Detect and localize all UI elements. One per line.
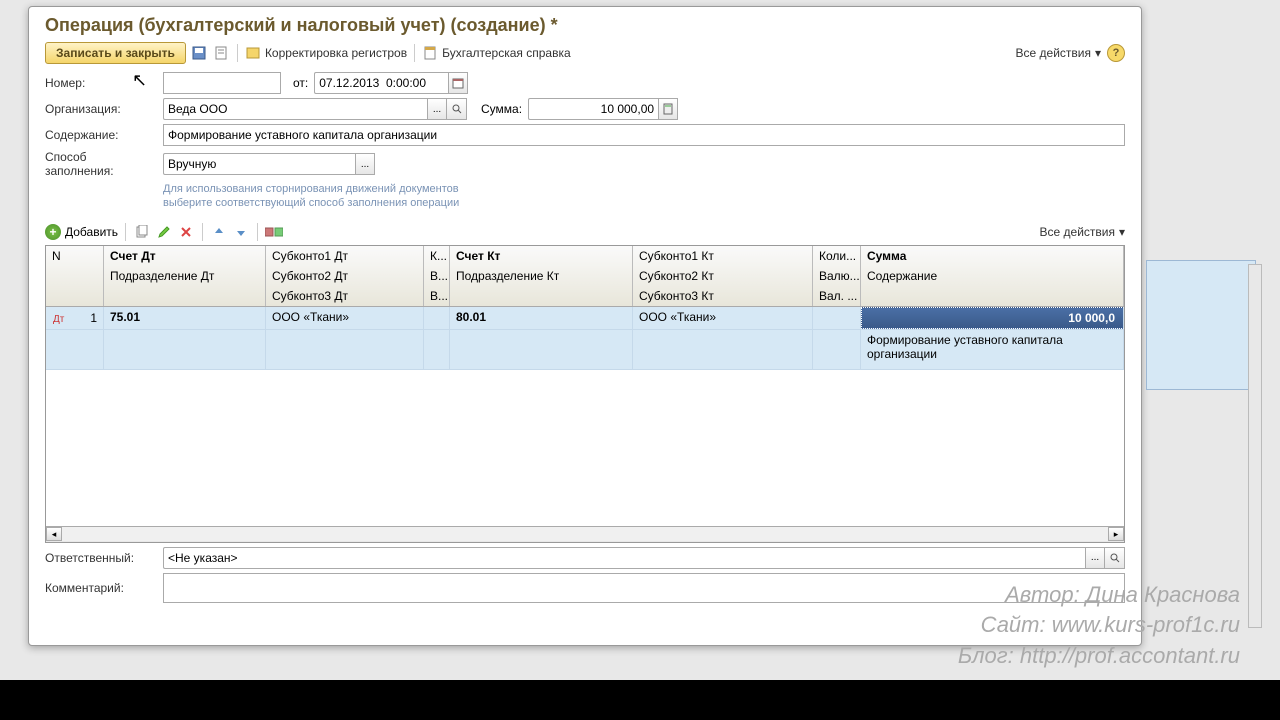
entries-grid[interactable]: N Счет Дт Субконто1 Дт К... Счет Кт Субк… xyxy=(45,245,1125,543)
chevron-down-icon: ▾ xyxy=(1119,225,1125,239)
comment-input[interactable] xyxy=(163,573,1125,603)
move-down-icon[interactable] xyxy=(232,223,250,241)
col-sub1dt[interactable]: Субконто1 Дт xyxy=(266,246,424,266)
org-input[interactable] xyxy=(163,98,427,120)
number-input[interactable] xyxy=(163,72,281,94)
row-dt[interactable]: 75.01 xyxy=(104,307,266,329)
col-kol[interactable]: Коли... xyxy=(813,246,861,266)
plus-icon: + xyxy=(45,224,61,240)
operation-window: Операция (бухгалтерский и налоговый учет… xyxy=(28,6,1142,646)
content-input[interactable] xyxy=(163,124,1125,146)
col-k[interactable]: К... xyxy=(424,246,450,266)
copy-icon[interactable] xyxy=(133,223,151,241)
separator xyxy=(414,44,415,62)
form-bottom: Ответственный: ... Комментарий: xyxy=(29,543,1141,611)
separator xyxy=(125,223,126,241)
document-icon[interactable] xyxy=(212,44,230,62)
col-content[interactable]: Содержание xyxy=(861,266,1124,286)
row-sub1kt[interactable]: ООО «Ткани» xyxy=(633,307,813,329)
grid-body[interactable]: Дт 1 75.01 ООО «Ткани» 80.01 ООО «Ткани»… xyxy=(46,307,1124,526)
background-scrollbar[interactable] xyxy=(1248,264,1262,628)
sum-input[interactable] xyxy=(528,98,658,120)
search-icon[interactable] xyxy=(1105,547,1125,569)
all-actions-dropdown[interactable]: Все действия ▾ xyxy=(1016,46,1102,60)
ellipsis-button[interactable]: ... xyxy=(427,98,447,120)
col-dt[interactable]: Счет Дт xyxy=(104,246,266,266)
col-sub1kt[interactable]: Субконто1 Кт xyxy=(633,246,813,266)
col-sub2dt[interactable]: Субконто2 Дт xyxy=(266,266,424,286)
resp-label: Ответственный: xyxy=(45,551,157,565)
calendar-icon[interactable] xyxy=(448,72,468,94)
grid-header: N Счет Дт Субконто1 Дт К... Счет Кт Субк… xyxy=(46,246,1124,307)
add-label: Добавить xyxy=(65,225,118,239)
sum-label: Сумма: xyxy=(481,102,522,116)
reference-label: Бухгалтерская справка xyxy=(442,46,571,60)
row-kt[interactable]: 80.01 xyxy=(450,307,633,329)
window-title: Операция (бухгалтерский и налоговый учет… xyxy=(29,7,1141,40)
edit-icon[interactable] xyxy=(155,223,173,241)
col-val1[interactable]: Валю... xyxy=(813,266,861,286)
add-button[interactable]: + Добавить xyxy=(45,224,118,240)
resp-input[interactable] xyxy=(163,547,1085,569)
move-up-icon[interactable] xyxy=(210,223,228,241)
ellipsis-button[interactable]: ... xyxy=(355,153,375,175)
comment-label: Комментарий: xyxy=(45,581,157,595)
col-podr-kt[interactable]: Подразделение Кт xyxy=(450,266,633,286)
org-label: Организация: xyxy=(45,102,157,116)
number-label: Номер: xyxy=(45,76,157,90)
scroll-left-icon[interactable]: ◂ xyxy=(46,527,62,541)
separator xyxy=(237,44,238,62)
grid-toolbar: + Добавить Все действия ▾ xyxy=(29,219,1141,245)
background-panel xyxy=(1146,260,1256,390)
help-icon[interactable]: ? xyxy=(1107,44,1125,62)
horizontal-scrollbar[interactable]: ◂ ▸ xyxy=(46,526,1124,542)
calculator-icon[interactable] xyxy=(658,98,678,120)
entry-icon: Дт xyxy=(52,311,66,325)
save-icon[interactable] xyxy=(190,44,208,62)
method-input[interactable] xyxy=(163,153,355,175)
col-podr-dt[interactable]: Подразделение Дт xyxy=(104,266,266,286)
save-close-button[interactable]: Записать и закрыть xyxy=(45,42,186,64)
col-kt[interactable]: Счет Кт xyxy=(450,246,633,266)
content-label: Содержание: xyxy=(45,128,157,142)
table-row[interactable]: Дт 1 75.01 ООО «Ткани» 80.01 ООО «Ткани»… xyxy=(46,307,1124,330)
col-sub2kt[interactable]: Субконто2 Кт xyxy=(633,266,813,286)
separator xyxy=(257,223,258,241)
dtkt-icon[interactable] xyxy=(265,223,283,241)
col-sub3dt[interactable]: Субконто3 Дт xyxy=(266,286,424,306)
row-content[interactable]: Формирование уставного капитала организа… xyxy=(861,330,1124,369)
delete-icon[interactable] xyxy=(177,223,195,241)
main-toolbar: Записать и закрыть Корректировка регистр… xyxy=(29,40,1141,70)
chevron-down-icon: ▾ xyxy=(1095,46,1101,60)
black-bar xyxy=(0,680,1280,720)
col-v2[interactable]: В... xyxy=(424,286,450,306)
scroll-right-icon[interactable]: ▸ xyxy=(1108,527,1124,541)
col-val2[interactable]: Вал. ... xyxy=(813,286,861,306)
table-row[interactable]: Формирование уставного капитала организа… xyxy=(46,330,1124,370)
col-v1[interactable]: В... xyxy=(424,266,450,286)
col-sum[interactable]: Сумма xyxy=(861,246,1124,266)
separator xyxy=(202,223,203,241)
hint-text: Для использования сторнирования движений… xyxy=(163,182,1125,211)
row-n: 1 xyxy=(90,311,97,325)
registers-button[interactable]: Корректировка регистров xyxy=(245,45,407,61)
row-sum[interactable]: 10 000,0 xyxy=(861,307,1124,329)
row-sub1dt[interactable]: ООО «Ткани» xyxy=(266,307,424,329)
method-label: Способ заполнения: xyxy=(45,150,157,178)
registers-label: Корректировка регистров xyxy=(265,46,407,60)
ellipsis-button[interactable]: ... xyxy=(1085,547,1105,569)
col-sub3kt[interactable]: Субконто3 Кт xyxy=(633,286,813,306)
date-input[interactable] xyxy=(314,72,448,94)
grid-all-actions-dropdown[interactable]: Все действия ▾ xyxy=(1040,225,1126,239)
date-label: от: xyxy=(293,76,308,90)
col-n[interactable]: N xyxy=(46,246,104,266)
all-actions-label: Все действия xyxy=(1016,46,1091,60)
form-area: Номер: от: Организация: ... Сумма: xyxy=(29,70,1141,213)
search-icon[interactable] xyxy=(447,98,467,120)
svg-text:Дт: Дт xyxy=(53,314,65,324)
reference-button[interactable]: Бухгалтерская справка xyxy=(422,45,571,61)
